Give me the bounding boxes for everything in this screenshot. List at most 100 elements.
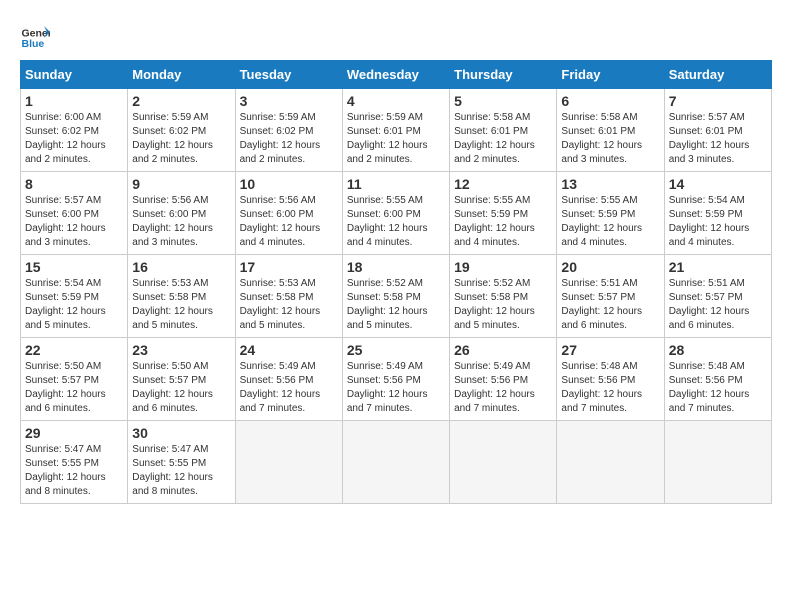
day-number: 2	[132, 93, 230, 109]
day-info: Sunrise: 5:55 AM Sunset: 5:59 PM Dayligh…	[454, 194, 552, 250]
day-number: 18	[347, 259, 445, 275]
weekday-header-friday: Friday	[557, 61, 664, 89]
day-number: 13	[561, 176, 659, 192]
day-number: 15	[25, 259, 123, 275]
weekday-header-tuesday: Tuesday	[235, 61, 342, 89]
calendar-row: 29 Sunrise: 5:47 AM Sunset: 5:55 PM Dayli…	[21, 421, 772, 504]
day-number: 1	[25, 93, 123, 109]
calendar-table: SundayMondayTuesdayWednesdayThursdayFrid…	[20, 60, 772, 504]
calendar-cell: 19 Sunrise: 5:52 AM Sunset: 5:58 PM Dayli…	[450, 255, 557, 338]
calendar-cell: 2 Sunrise: 5:59 AM Sunset: 6:02 PM Daylig…	[128, 89, 235, 172]
day-info: Sunrise: 5:50 AM Sunset: 5:57 PM Dayligh…	[132, 360, 230, 416]
calendar-cell: 24Sunrise: 5:49 AM Sunset: 5:56 PM Dayli…	[235, 338, 342, 421]
page-header: General Blue	[20, 20, 772, 50]
day-info: Sunrise: 5:48 AM Sunset: 5:56 PM Dayligh…	[561, 360, 659, 416]
day-info: Sunrise: 5:59 AM Sunset: 6:01 PM Dayligh…	[347, 111, 445, 167]
day-number: 12	[454, 176, 552, 192]
weekday-header-wednesday: Wednesday	[342, 61, 449, 89]
calendar-row: 1 Sunrise: 6:00 AM Sunset: 6:02 PM Daylig…	[21, 89, 772, 172]
day-number: 21	[669, 259, 767, 275]
weekday-header-monday: Monday	[128, 61, 235, 89]
calendar-cell: 3 Sunrise: 5:59 AM Sunset: 6:02 PM Daylig…	[235, 89, 342, 172]
day-number: 14	[669, 176, 767, 192]
calendar-cell: 8Sunrise: 5:57 AM Sunset: 6:00 PM Daylig…	[21, 172, 128, 255]
day-info: Sunrise: 5:52 AM Sunset: 5:58 PM Dayligh…	[347, 277, 445, 333]
day-number: 16	[132, 259, 230, 275]
calendar-cell: 6 Sunrise: 5:58 AM Sunset: 6:01 PM Daylig…	[557, 89, 664, 172]
calendar-cell: 20 Sunrise: 5:51 AM Sunset: 5:57 PM Dayli…	[557, 255, 664, 338]
calendar-cell: 4 Sunrise: 5:59 AM Sunset: 6:01 PM Daylig…	[342, 89, 449, 172]
calendar-cell: 21 Sunrise: 5:51 AM Sunset: 5:57 PM Dayli…	[664, 255, 771, 338]
logo-icon: General Blue	[20, 20, 50, 50]
calendar-row: 22 Sunrise: 5:50 AM Sunset: 5:57 PM Dayli…	[21, 338, 772, 421]
day-info: Sunrise: 5:56 AM Sunset: 6:00 PM Dayligh…	[240, 194, 338, 250]
day-number: 22	[25, 342, 123, 358]
weekday-header-row: SundayMondayTuesdayWednesdayThursdayFrid…	[21, 61, 772, 89]
svg-text:Blue: Blue	[22, 38, 45, 50]
calendar-cell: 14 Sunrise: 5:54 AM Sunset: 5:59 PM Dayli…	[664, 172, 771, 255]
day-number: 10	[240, 176, 338, 192]
day-number: 19	[454, 259, 552, 275]
weekday-header-thursday: Thursday	[450, 61, 557, 89]
calendar-cell: 23Sunrise: 5:50 AM Sunset: 5:57 PM Dayli…	[128, 338, 235, 421]
day-number: 7	[669, 93, 767, 109]
calendar-row: 15 Sunrise: 5:54 AM Sunset: 5:59 PM Dayli…	[21, 255, 772, 338]
calendar-cell	[235, 421, 342, 504]
calendar-cell	[557, 421, 664, 504]
day-number: 20	[561, 259, 659, 275]
calendar-cell: 30Sunrise: 5:47 AM Sunset: 5:55 PM Dayli…	[128, 421, 235, 504]
day-number: 6	[561, 93, 659, 109]
day-info: Sunrise: 5:58 AM Sunset: 6:01 PM Dayligh…	[454, 111, 552, 167]
calendar-cell: 18 Sunrise: 5:52 AM Sunset: 5:58 PM Dayli…	[342, 255, 449, 338]
day-info: Sunrise: 5:51 AM Sunset: 5:57 PM Dayligh…	[561, 277, 659, 333]
calendar-cell	[450, 421, 557, 504]
day-number: 4	[347, 93, 445, 109]
day-number: 26	[454, 342, 552, 358]
calendar-cell	[664, 421, 771, 504]
calendar-cell: 5 Sunrise: 5:58 AM Sunset: 6:01 PM Daylig…	[450, 89, 557, 172]
day-info: Sunrise: 5:57 AM Sunset: 6:01 PM Dayligh…	[669, 111, 767, 167]
day-info: Sunrise: 5:49 AM Sunset: 5:56 PM Dayligh…	[347, 360, 445, 416]
day-number: 5	[454, 93, 552, 109]
day-info: Sunrise: 5:55 AM Sunset: 5:59 PM Dayligh…	[561, 194, 659, 250]
day-info: Sunrise: 5:55 AM Sunset: 6:00 PM Dayligh…	[347, 194, 445, 250]
day-number: 25	[347, 342, 445, 358]
day-number: 9	[132, 176, 230, 192]
weekday-header-sunday: Sunday	[21, 61, 128, 89]
calendar-cell: 15 Sunrise: 5:54 AM Sunset: 5:59 PM Dayli…	[21, 255, 128, 338]
day-info: Sunrise: 5:51 AM Sunset: 5:57 PM Dayligh…	[669, 277, 767, 333]
day-number: 27	[561, 342, 659, 358]
day-info: Sunrise: 5:57 AM Sunset: 6:00 PM Dayligh…	[25, 194, 123, 250]
calendar-cell: 17Sunrise: 5:53 AM Sunset: 5:58 PM Dayli…	[235, 255, 342, 338]
calendar-cell: 22Sunrise: 5:50 AM Sunset: 5:57 PM Dayli…	[21, 338, 128, 421]
calendar-cell: 10 Sunrise: 5:56 AM Sunset: 6:00 PM Dayli…	[235, 172, 342, 255]
day-info: Sunrise: 5:53 AM Sunset: 5:58 PM Dayligh…	[132, 277, 230, 333]
day-info: Sunrise: 5:54 AM Sunset: 5:59 PM Dayligh…	[669, 194, 767, 250]
calendar-cell: 25 Sunrise: 5:49 AM Sunset: 5:56 PM Dayli…	[342, 338, 449, 421]
calendar-cell: 28 Sunrise: 5:48 AM Sunset: 5:56 PM Dayli…	[664, 338, 771, 421]
calendar-cell: 27 Sunrise: 5:48 AM Sunset: 5:56 PM Dayli…	[557, 338, 664, 421]
day-info: Sunrise: 5:59 AM Sunset: 6:02 PM Dayligh…	[240, 111, 338, 167]
calendar-cell: 11 Sunrise: 5:55 AM Sunset: 6:00 PM Dayli…	[342, 172, 449, 255]
calendar-cell: 16 Sunrise: 5:53 AM Sunset: 5:58 PM Dayli…	[128, 255, 235, 338]
day-number: 11	[347, 176, 445, 192]
calendar-cell: 26Sunrise: 5:49 AM Sunset: 5:56 PM Dayli…	[450, 338, 557, 421]
calendar-cell: 13 Sunrise: 5:55 AM Sunset: 5:59 PM Dayli…	[557, 172, 664, 255]
day-info: Sunrise: 5:47 AM Sunset: 5:55 PM Dayligh…	[132, 443, 230, 499]
calendar-cell: 12 Sunrise: 5:55 AM Sunset: 5:59 PM Dayli…	[450, 172, 557, 255]
calendar-row: 8Sunrise: 5:57 AM Sunset: 6:00 PM Daylig…	[21, 172, 772, 255]
day-info: Sunrise: 5:59 AM Sunset: 6:02 PM Dayligh…	[132, 111, 230, 167]
calendar-cell: 9Sunrise: 5:56 AM Sunset: 6:00 PM Daylig…	[128, 172, 235, 255]
day-info: Sunrise: 5:47 AM Sunset: 5:55 PM Dayligh…	[25, 443, 123, 499]
day-number: 3	[240, 93, 338, 109]
day-info: Sunrise: 5:52 AM Sunset: 5:58 PM Dayligh…	[454, 277, 552, 333]
day-number: 28	[669, 342, 767, 358]
day-number: 24	[240, 342, 338, 358]
day-number: 29	[25, 425, 123, 441]
day-info: Sunrise: 5:53 AM Sunset: 5:58 PM Dayligh…	[240, 277, 338, 333]
calendar-cell: 29 Sunrise: 5:47 AM Sunset: 5:55 PM Dayli…	[21, 421, 128, 504]
day-info: Sunrise: 5:58 AM Sunset: 6:01 PM Dayligh…	[561, 111, 659, 167]
day-info: Sunrise: 5:54 AM Sunset: 5:59 PM Dayligh…	[25, 277, 123, 333]
day-info: Sunrise: 5:48 AM Sunset: 5:56 PM Dayligh…	[669, 360, 767, 416]
day-info: Sunrise: 6:00 AM Sunset: 6:02 PM Dayligh…	[25, 111, 123, 167]
